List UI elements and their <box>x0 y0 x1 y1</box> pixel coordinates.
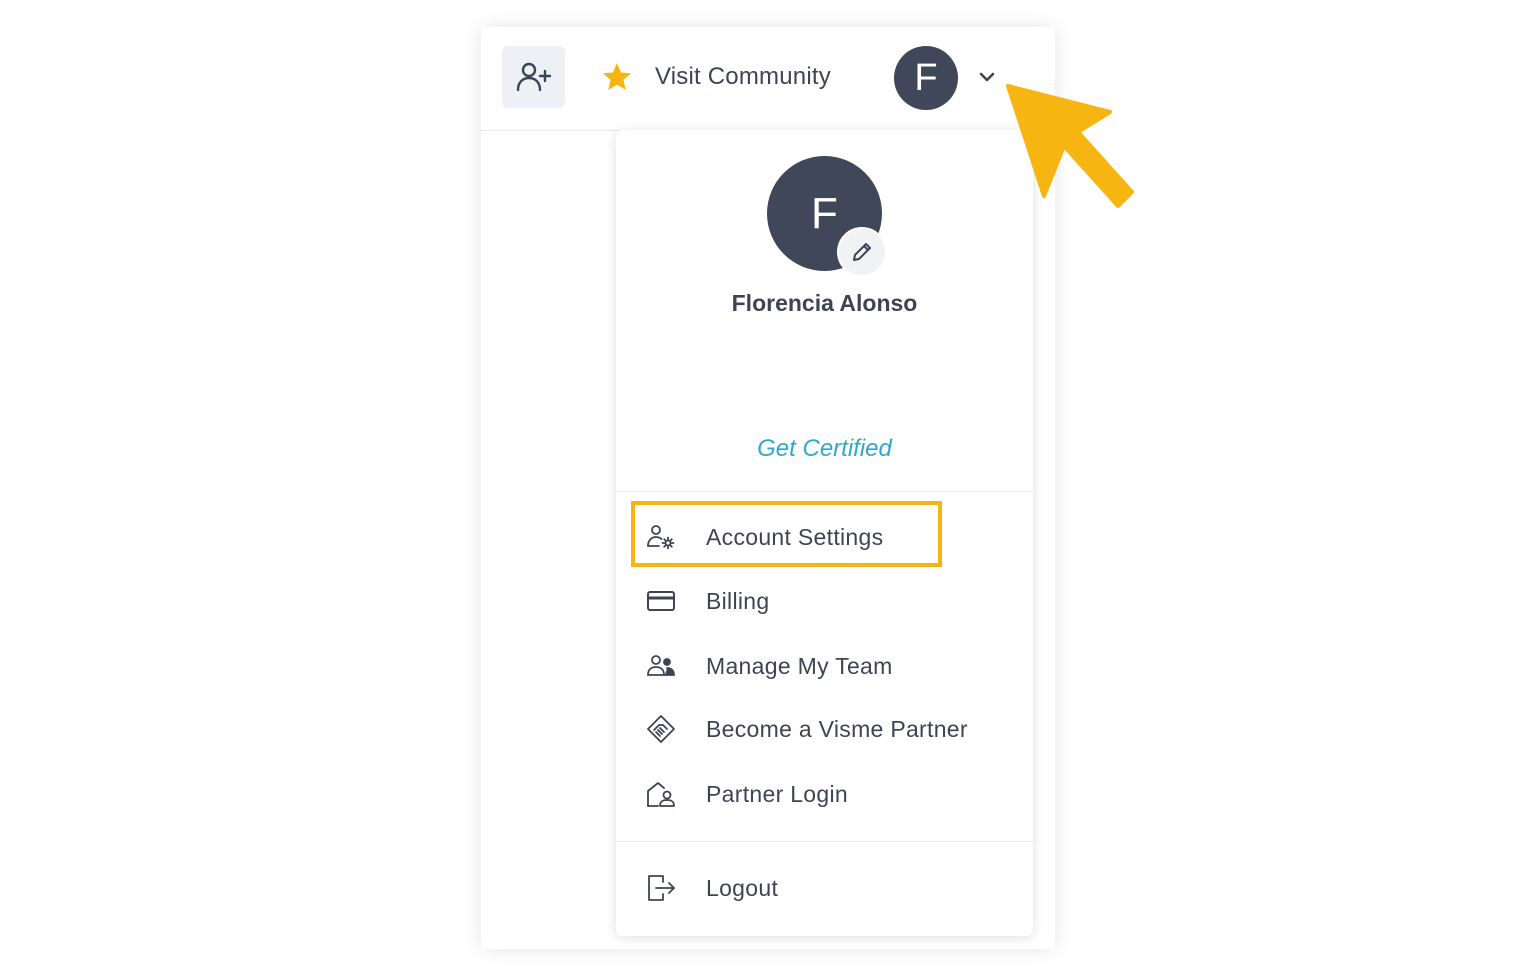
handshake-icon <box>644 712 678 746</box>
menu-item-label: Billing <box>706 587 770 614</box>
team-icon <box>644 649 678 683</box>
invite-user-button[interactable] <box>502 46 565 108</box>
menu-item-label: Logout <box>706 874 779 901</box>
logout-icon <box>644 871 678 905</box>
menu-item-label: Become a Visme Partner <box>706 715 968 742</box>
get-certified-link[interactable]: Get Certified <box>616 435 1033 463</box>
star-icon <box>603 63 631 90</box>
user-plus-icon <box>516 62 551 92</box>
chevron-down-icon[interactable] <box>977 67 997 87</box>
menu-item-label: Manage My Team <box>706 652 893 679</box>
visit-community-label: Visit Community <box>655 63 831 90</box>
menu-item-billing[interactable]: Billing <box>616 574 1033 628</box>
user-avatar-button[interactable]: F <box>894 46 958 110</box>
credit-card-icon <box>644 584 678 618</box>
pointer-arrow-icon <box>1006 84 1134 208</box>
profile-name: Florencia Alonso <box>731 290 918 316</box>
edit-avatar-button[interactable] <box>837 227 887 277</box>
menu-item-manage-team[interactable]: Manage My Team <box>616 639 1033 693</box>
account-settings-highlight <box>631 501 942 567</box>
menu-item-become-partner[interactable]: Become a Visme Partner <box>616 702 1033 756</box>
top-bar: Visit Community F <box>481 27 1055 131</box>
house-user-icon <box>644 777 678 811</box>
menu-item-logout[interactable]: Logout <box>616 861 1033 915</box>
menu-item-label: Partner Login <box>706 780 848 807</box>
visit-community-link[interactable]: Visit Community <box>601 57 831 97</box>
menu-item-partner-login[interactable]: Partner Login <box>616 767 1033 821</box>
menu-divider <box>616 841 1033 842</box>
pencil-icon <box>853 243 871 261</box>
menu-divider <box>616 491 1033 492</box>
